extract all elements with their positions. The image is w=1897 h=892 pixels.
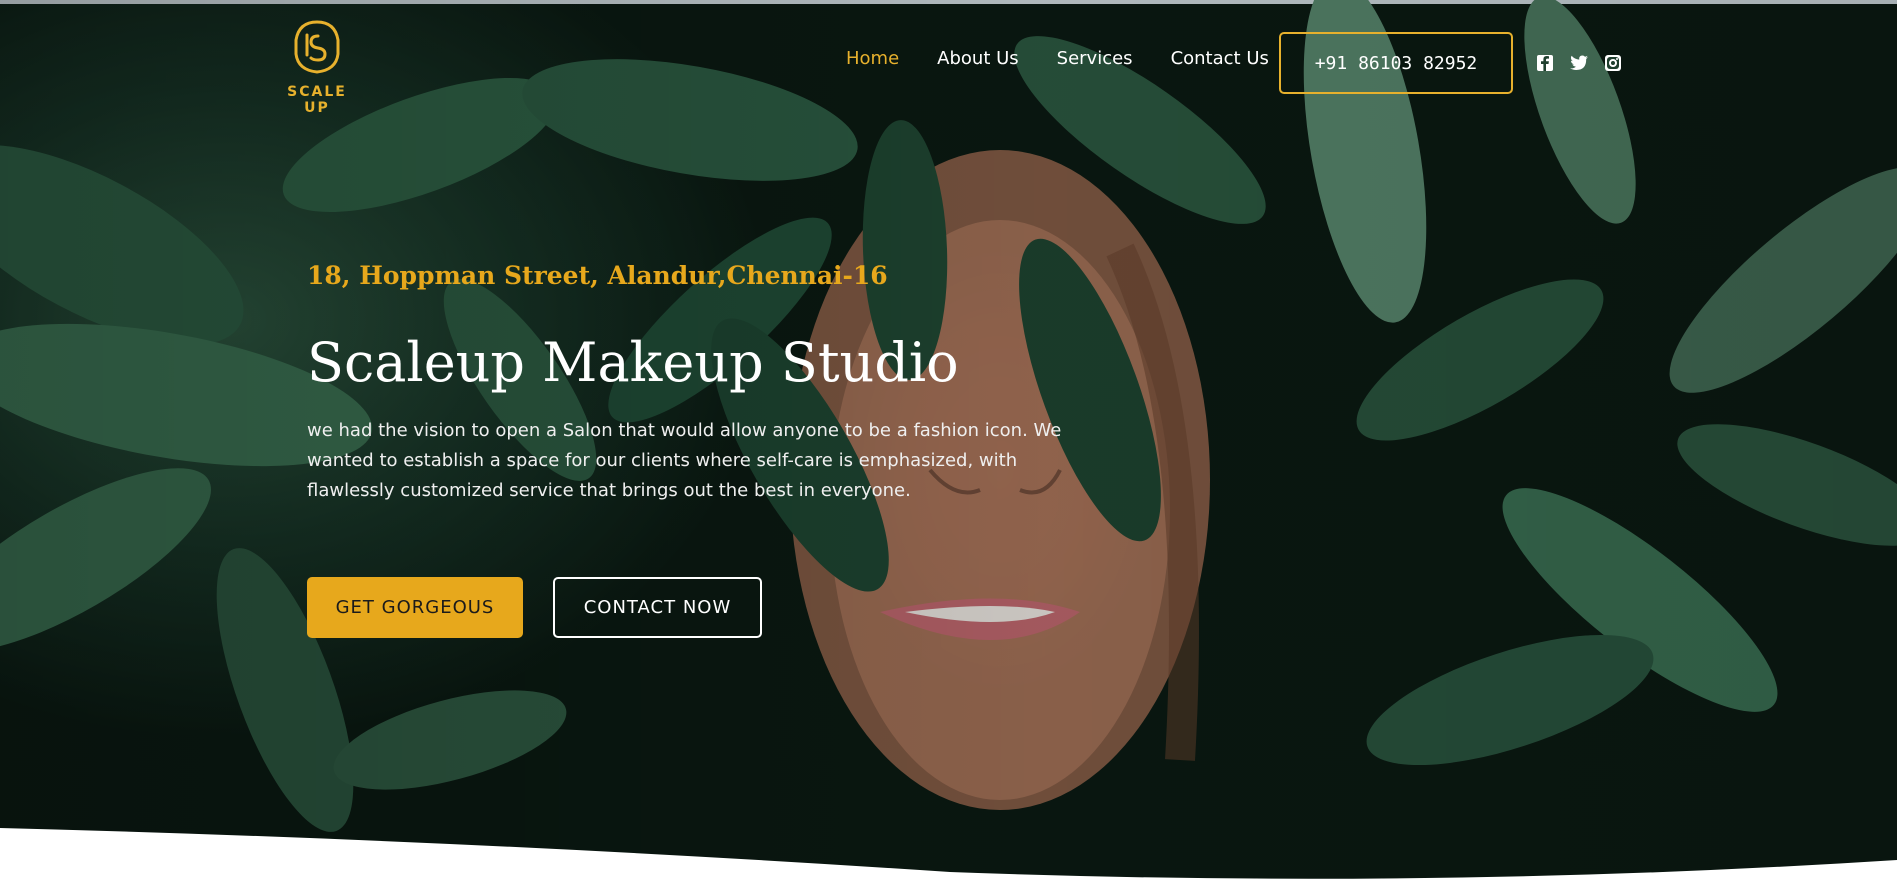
instagram-icon[interactable] [1603, 53, 1623, 73]
hero-description: we had the vision to open a Salon that w… [307, 420, 1062, 501]
site-logo[interactable]: SCALE UP [272, 20, 362, 116]
hero-title: Scaleup Makeup Studio [307, 331, 959, 394]
hero-buttons: GET GORGEOUS CONTACT NOW [307, 577, 762, 638]
nav-item-home[interactable]: Home [846, 48, 899, 69]
facebook-icon[interactable] [1535, 53, 1555, 73]
bottom-wave [0, 828, 1897, 892]
get-gorgeous-button[interactable]: GET GORGEOUS [307, 577, 523, 638]
hero-address: 18, Hoppman Street, Alandur,Chennai-16 [307, 261, 888, 290]
twitter-icon[interactable] [1569, 53, 1589, 73]
logo-mark-icon [294, 20, 340, 74]
social-links [1535, 53, 1623, 73]
site-header: SCALE UP Home About Us Services Contact … [0, 0, 1897, 120]
nav-item-services[interactable]: Services [1057, 48, 1133, 69]
hero-content: 18, Hoppman Street, Alandur,Chennai-16 S… [307, 258, 1127, 506]
nav-item-about-us[interactable]: About Us [937, 48, 1019, 69]
nav-item-contact-us[interactable]: Contact Us [1171, 48, 1269, 69]
contact-now-button[interactable]: CONTACT NOW [553, 577, 762, 638]
hero-section: SCALE UP Home About Us Services Contact … [0, 0, 1897, 892]
main-nav: Home About Us Services Contact Us [846, 48, 1307, 69]
phone-button[interactable]: +91 86103 82952 [1279, 32, 1513, 94]
page: SCALE UP Home About Us Services Contact … [0, 0, 1897, 892]
logo-text: SCALE UP [287, 84, 347, 116]
